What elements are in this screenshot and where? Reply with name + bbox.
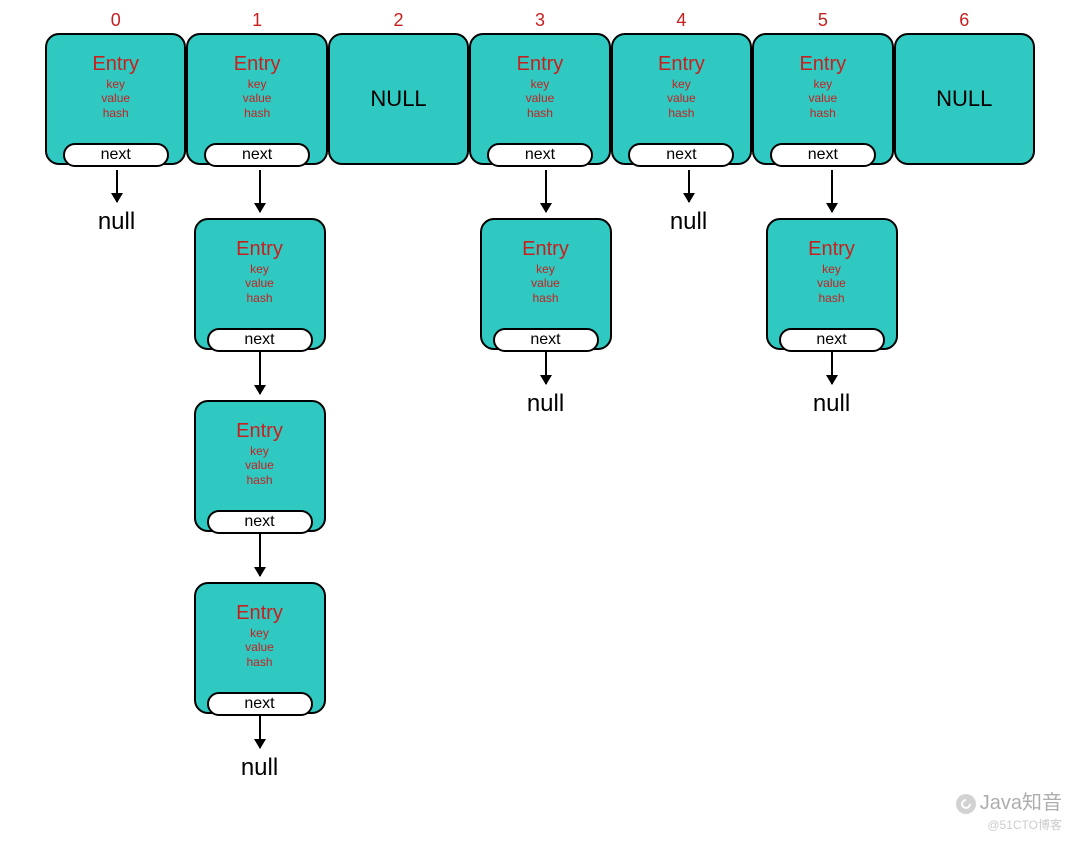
- entry-title: Entry: [808, 238, 855, 261]
- bucket-array: Entry key value hash next Entry key valu…: [45, 33, 1035, 165]
- entry-node: Entry key value hash next: [766, 218, 898, 350]
- entry-title: Entry: [658, 53, 705, 76]
- arrow-icon: [831, 352, 833, 384]
- entry-field-value: value: [245, 640, 274, 654]
- hashmap-diagram: 0 1 2 3 4 5 6 Entry key value hash next …: [0, 0, 1080, 175]
- watermark-secondary: @51CTO博客: [987, 816, 1062, 833]
- index-label: 5: [752, 10, 893, 31]
- arrow-icon: [259, 716, 261, 748]
- entry-field-hash: hash: [103, 106, 129, 120]
- chain-1: Entry key value hash next Entry key valu…: [188, 168, 331, 782]
- entry-field-key: key: [531, 77, 550, 91]
- wechat-icon: [956, 794, 976, 814]
- entry-field-key: key: [248, 77, 267, 91]
- chain-3: Entry key value hash next null: [474, 168, 617, 418]
- entry-field-key: key: [672, 77, 691, 91]
- entry-field-value: value: [531, 276, 560, 290]
- entry-field-key: key: [250, 444, 269, 458]
- entry-field-hash: hash: [818, 291, 844, 305]
- arrow-icon: [545, 170, 547, 212]
- next-pointer: next: [770, 143, 876, 167]
- next-pointer: next: [628, 143, 734, 167]
- entry-field-hash: hash: [532, 291, 558, 305]
- next-pointer: next: [63, 143, 169, 167]
- entry-field-value: value: [526, 91, 555, 105]
- bucket-1: Entry key value hash next: [186, 33, 327, 165]
- null-terminator: null: [527, 390, 564, 418]
- arrow-icon: [259, 534, 261, 576]
- null-bucket: NULL: [894, 33, 1035, 165]
- entry-title: Entry: [517, 53, 564, 76]
- arrow-icon: [259, 352, 261, 394]
- index-label: 0: [45, 10, 186, 31]
- entry-field-value: value: [667, 91, 696, 105]
- entry-node: Entry key value hash next: [194, 582, 326, 714]
- index-label: 6: [894, 10, 1035, 31]
- next-pointer: next: [493, 328, 599, 352]
- arrow-icon: [259, 170, 261, 212]
- next-pointer: next: [207, 328, 313, 352]
- entry-field-key: key: [250, 626, 269, 640]
- entry-field-key: key: [250, 262, 269, 276]
- null-terminator: null: [813, 390, 850, 418]
- arrow-icon: [116, 170, 118, 202]
- chain-4: null: [617, 168, 760, 236]
- entry-field-value: value: [817, 276, 846, 290]
- next-pointer: next: [204, 143, 310, 167]
- index-label: 1: [186, 10, 327, 31]
- entry-field-value: value: [243, 91, 272, 105]
- entry-field-hash: hash: [246, 473, 272, 487]
- entry-field-key: key: [106, 77, 125, 91]
- entry-title: Entry: [92, 53, 139, 76]
- bucket-6: NULL: [894, 33, 1035, 165]
- entry-field-hash: hash: [810, 106, 836, 120]
- entry-field-key: key: [822, 262, 841, 276]
- arrow-icon: [545, 352, 547, 384]
- null-terminator: null: [670, 208, 707, 236]
- null-terminator: null: [241, 754, 278, 782]
- chain-5: Entry key value hash next null: [760, 168, 903, 418]
- entry-field-key: key: [813, 77, 832, 91]
- watermark-primary: Java知音: [956, 786, 1062, 815]
- bucket-0: Entry key value hash next: [45, 33, 186, 165]
- entry-field-key: key: [536, 262, 555, 276]
- arrow-icon: [688, 170, 690, 202]
- bucket-indices: 0 1 2 3 4 5 6: [45, 10, 1035, 31]
- index-label: 3: [469, 10, 610, 31]
- null-terminator: null: [98, 208, 135, 236]
- entry-title: Entry: [799, 53, 846, 76]
- next-pointer: next: [779, 328, 885, 352]
- entry-field-value: value: [245, 276, 274, 290]
- bucket-4: Entry key value hash next: [611, 33, 752, 165]
- index-label: 4: [611, 10, 752, 31]
- bucket-3: Entry key value hash next: [469, 33, 610, 165]
- next-pointer: next: [207, 692, 313, 716]
- entry-field-hash: hash: [527, 106, 553, 120]
- entry-field-hash: hash: [244, 106, 270, 120]
- entry-field-hash: hash: [246, 655, 272, 669]
- entry-title: Entry: [234, 53, 281, 76]
- index-label: 2: [328, 10, 469, 31]
- bucket-2: NULL: [328, 33, 469, 165]
- entry-field-value: value: [101, 91, 130, 105]
- entry-node: Entry key value hash next: [480, 218, 612, 350]
- entry-title: Entry: [236, 420, 283, 443]
- entry-node: Entry key value hash next: [194, 400, 326, 532]
- next-pointer: next: [487, 143, 593, 167]
- bucket-5: Entry key value hash next: [752, 33, 893, 165]
- entry-field-value: value: [808, 91, 837, 105]
- arrow-icon: [831, 170, 833, 212]
- entry-field-hash: hash: [668, 106, 694, 120]
- entry-title: Entry: [236, 238, 283, 261]
- next-pointer: next: [207, 510, 313, 534]
- entry-title: Entry: [522, 238, 569, 261]
- entry-title: Entry: [236, 602, 283, 625]
- entry-field-value: value: [245, 458, 274, 472]
- entry-field-hash: hash: [246, 291, 272, 305]
- chain-0: null: [45, 168, 188, 236]
- entry-node: Entry key value hash next: [194, 218, 326, 350]
- null-bucket: NULL: [328, 33, 469, 165]
